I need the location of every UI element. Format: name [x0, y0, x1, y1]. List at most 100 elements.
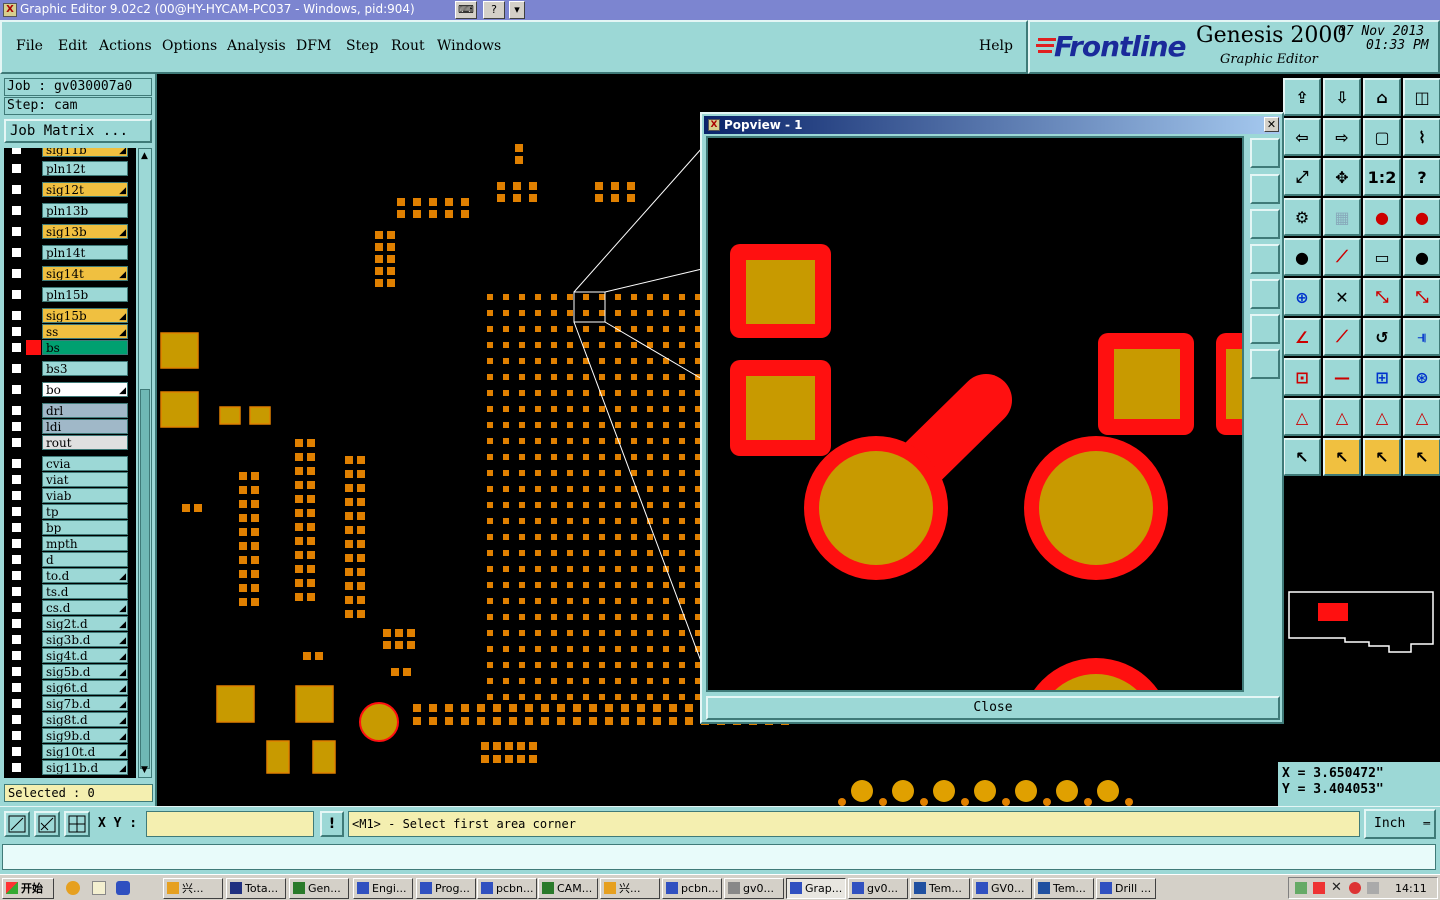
- nodes-icon[interactable]: ⊛: [1403, 358, 1440, 396]
- zoom-area-icon[interactable]: ▢: [1363, 118, 1401, 156]
- layer-checkbox[interactable]: [10, 697, 23, 710]
- pointer-select-icon[interactable]: ↖: [1363, 438, 1401, 476]
- layer-row-pln14t[interactable]: pln14t: [4, 245, 136, 260]
- layer-checkbox[interactable]: [10, 729, 23, 742]
- tray-volume-icon[interactable]: [1367, 882, 1379, 894]
- taskbar-item[interactable]: Grap...: [786, 878, 846, 899]
- layer-checkbox[interactable]: [10, 204, 23, 217]
- layer-marker[interactable]: [26, 148, 41, 157]
- layer-row-sig3b-d[interactable]: sig3b.d ◢: [4, 632, 136, 647]
- exclamation-icon[interactable]: !: [320, 811, 344, 837]
- layer-marker[interactable]: [26, 308, 41, 323]
- layer-marker[interactable]: [26, 403, 41, 418]
- menu-rout[interactable]: Rout: [391, 38, 425, 54]
- menu-step[interactable]: Step: [346, 38, 378, 54]
- layer-checkbox[interactable]: [10, 665, 23, 678]
- overview-map[interactable]: [1285, 586, 1437, 658]
- layer-name[interactable]: ts.d: [42, 584, 128, 599]
- layer-name[interactable]: rout: [42, 435, 128, 450]
- layer-checkbox[interactable]: [10, 267, 23, 280]
- filter-icon[interactable]: ⚙: [1283, 198, 1321, 236]
- zoom-down-icon[interactable]: ⇩: [1323, 78, 1361, 116]
- select-box-icon[interactable]: ⊡: [1283, 358, 1321, 396]
- popview-pan-left-icon[interactable]: [1250, 244, 1280, 274]
- layer-row-d[interactable]: d: [4, 552, 136, 567]
- popview-zoom-fit-icon[interactable]: [1250, 138, 1280, 168]
- layer-checkbox[interactable]: [10, 420, 23, 433]
- layer-checkbox[interactable]: [10, 585, 23, 598]
- layer-checkbox[interactable]: [10, 341, 23, 354]
- layer-marker[interactable]: [26, 161, 41, 176]
- layer-marker[interactable]: [26, 584, 41, 599]
- menu-help[interactable]: Help: [979, 38, 1013, 54]
- layer-name[interactable]: bo ◢: [42, 382, 128, 397]
- measure-mode-icon[interactable]: [34, 811, 60, 837]
- layer-checkbox[interactable]: [10, 633, 23, 646]
- layer-name[interactable]: bp: [42, 520, 128, 535]
- menu-analysis[interactable]: Analysis: [227, 38, 286, 54]
- menu-windows[interactable]: Windows: [437, 38, 501, 54]
- layer-row-sig15b[interactable]: sig15b ◢: [4, 308, 136, 323]
- layer-checkbox[interactable]: [10, 505, 23, 518]
- layer-row-bp[interactable]: bp: [4, 520, 136, 535]
- layer-marker[interactable]: [26, 472, 41, 487]
- quicklaunch-clock-icon[interactable]: [66, 881, 80, 895]
- layer-row-sig5b-d[interactable]: sig5b.d ◢: [4, 664, 136, 679]
- layer-name[interactable]: mpth: [42, 536, 128, 551]
- taskbar-item[interactable]: Drill ...: [1096, 878, 1156, 899]
- layer-row-mpth[interactable]: mpth: [4, 536, 136, 551]
- taskbar-item[interactable]: gv0...: [724, 878, 784, 899]
- layer-name[interactable]: bs: [42, 340, 128, 355]
- route-s-icon[interactable]: ⌇: [1403, 118, 1440, 156]
- taskbar-item[interactable]: Engi...: [353, 878, 413, 899]
- move-feature-2-icon[interactable]: ⤡: [1403, 278, 1440, 316]
- layer-checkbox[interactable]: [10, 473, 23, 486]
- layer-marker[interactable]: [26, 182, 41, 197]
- window-title-bar[interactable]: X Graphic Editor 9.02c2 (00@HY-HYCAM-PC0…: [0, 0, 1440, 20]
- layer-name[interactable]: cvia: [42, 456, 128, 471]
- triangle-2-icon[interactable]: △: [1323, 398, 1361, 436]
- layer-marker[interactable]: [26, 680, 41, 695]
- layer-checkbox[interactable]: [10, 713, 23, 726]
- layer-row-viat[interactable]: viat: [4, 472, 136, 487]
- layer-row-sig7b-d[interactable]: sig7b.d ◢: [4, 696, 136, 711]
- layer-name[interactable]: to.d ◢: [42, 568, 128, 583]
- layer-row-tp[interactable]: tp: [4, 504, 136, 519]
- taskbar-item[interactable]: Prog...: [416, 878, 476, 899]
- layer-name[interactable]: cs.d ◢: [42, 600, 128, 615]
- split-line-icon[interactable]: ⫣: [1403, 318, 1440, 356]
- layer-row-ts-d[interactable]: ts.d: [4, 584, 136, 599]
- layer-name[interactable]: bs3: [42, 361, 128, 376]
- layer-marker[interactable]: [26, 536, 41, 551]
- triangle-icon[interactable]: △: [1283, 398, 1321, 436]
- ruler-icon[interactable]: ▭: [1363, 238, 1401, 276]
- popview-pan-down-icon[interactable]: [1250, 209, 1280, 239]
- layer-row-sig11b-d[interactable]: sig11b.d ◢: [4, 760, 136, 775]
- layer-marker[interactable]: [26, 266, 41, 281]
- triangle-3-icon[interactable]: △: [1363, 398, 1401, 436]
- layer-name[interactable]: pln12t: [42, 161, 128, 176]
- layer-checkbox[interactable]: [10, 162, 23, 175]
- layer-name[interactable]: sig5b.d ◢: [42, 664, 128, 679]
- layer-checkbox[interactable]: [10, 761, 23, 774]
- copy-feature-icon[interactable]: ⊞: [1363, 358, 1401, 396]
- layer-name[interactable]: sig4t.d ◢: [42, 648, 128, 663]
- layer-list[interactable]: sig11b ◢ pln12t sig12t ◢ pln13b sig13b ◢ pln14t s…: [4, 148, 136, 778]
- popview-pan-right-icon[interactable]: [1250, 279, 1280, 309]
- layer-row-bo[interactable]: bo ◢: [4, 382, 136, 397]
- layer-checkbox[interactable]: [10, 288, 23, 301]
- layer-row-sig8t-d[interactable]: sig8t.d ◢: [4, 712, 136, 727]
- layer-marker[interactable]: [26, 552, 41, 567]
- menu-dfm[interactable]: DFM: [296, 38, 331, 54]
- layer-checkbox[interactable]: [10, 521, 23, 534]
- pointer-nodes-icon[interactable]: ↖: [1403, 438, 1440, 476]
- taskbar-item[interactable]: Tem...: [910, 878, 970, 899]
- layer-row-pln13b[interactable]: pln13b: [4, 203, 136, 218]
- layer-checkbox[interactable]: [10, 553, 23, 566]
- circle-pad-icon[interactable]: ●: [1403, 238, 1440, 276]
- layer-name[interactable]: tp: [42, 504, 128, 519]
- layer-marker[interactable]: [26, 324, 41, 339]
- layer-name[interactable]: sig9b.d ◢: [42, 728, 128, 743]
- tray-app-icon[interactable]: [1295, 882, 1307, 894]
- layer-checkbox[interactable]: [10, 225, 23, 238]
